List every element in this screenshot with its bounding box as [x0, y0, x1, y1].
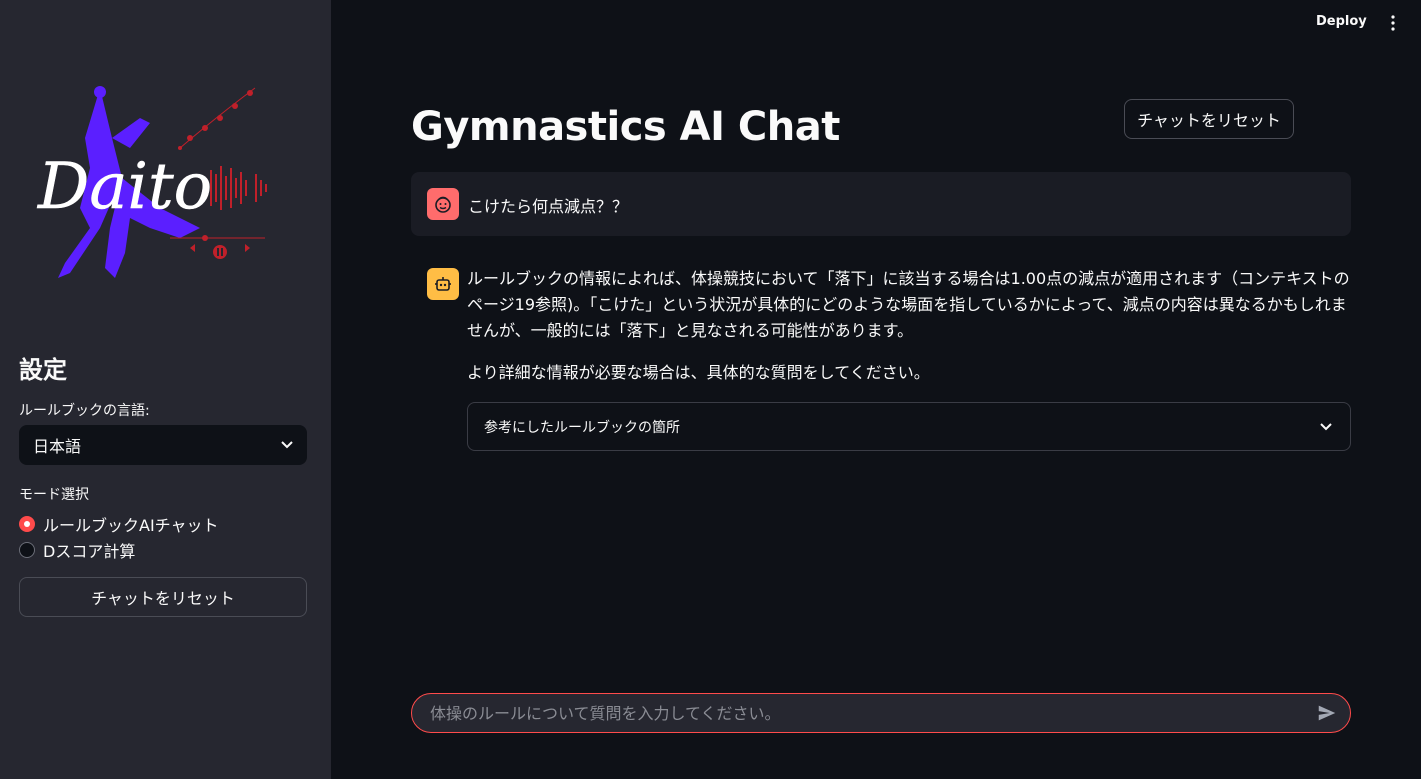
page-title: Gymnastics AI Chat [411, 104, 840, 150]
assistant-message-paragraph: より詳細な情報が必要な場合は、具体的な質問をしてください。 [467, 363, 930, 382]
send-icon[interactable] [1316, 702, 1338, 724]
mode-option-label: ルールブックAIチャット [43, 516, 219, 535]
assistant-message-paragraph: ルールブックの情報によれば、体操競技において「落下」に該当する場合は1.00点の… [467, 269, 1350, 340]
radio-selected-icon [19, 516, 35, 532]
language-label: ルールブックの言語: [19, 403, 150, 419]
daito-logo: Daito [30, 78, 275, 288]
chevron-down-icon [1320, 422, 1332, 430]
expander-label: 参考にしたルールブックの箇所 [484, 419, 680, 436]
mode-label: モード選択 [19, 487, 89, 503]
mode-option-d-score[interactable]: Dスコア計算 [19, 538, 135, 562]
language-select-value: 日本語 [33, 437, 82, 456]
language-select[interactable]: 日本語 [19, 425, 307, 465]
user-message-text: こけたら何点減点？？ [468, 197, 629, 216]
sidebar-reset-chat-button[interactable]: チャットをリセット [19, 577, 307, 617]
settings-heading: 設定 [19, 356, 67, 384]
assistant-message: ルールブックの情報によれば、体操競技において「落下」に該当する場合は1.00点の… [467, 266, 1351, 402]
chat-input-container [411, 693, 1351, 733]
sidebar: Daito 設定 ルールブックの言語: 日本語 モード選択 ルールブックAIチャ… [0, 0, 331, 779]
radio-unselected-icon [19, 542, 35, 558]
scrollbar[interactable] [1413, 0, 1421, 779]
more-vertical-icon[interactable] [1388, 14, 1398, 32]
mode-option-label: Dスコア計算 [43, 542, 136, 561]
assistant-avatar-icon [427, 268, 459, 300]
main-reset-chat-button[interactable]: チャットをリセット [1124, 99, 1294, 139]
rulebook-reference-expander[interactable]: 参考にしたルールブックの箇所 [467, 402, 1351, 451]
svg-text:Daito: Daito [37, 150, 212, 224]
mode-option-rulebook-chat[interactable]: ルールブックAIチャット [19, 512, 219, 536]
chevron-down-icon [281, 441, 293, 449]
user-message: こけたら何点減点？？ [411, 172, 1351, 236]
chat-input[interactable] [428, 702, 1316, 724]
deploy-button[interactable]: Deploy [1316, 14, 1367, 29]
user-avatar-icon [427, 188, 459, 220]
